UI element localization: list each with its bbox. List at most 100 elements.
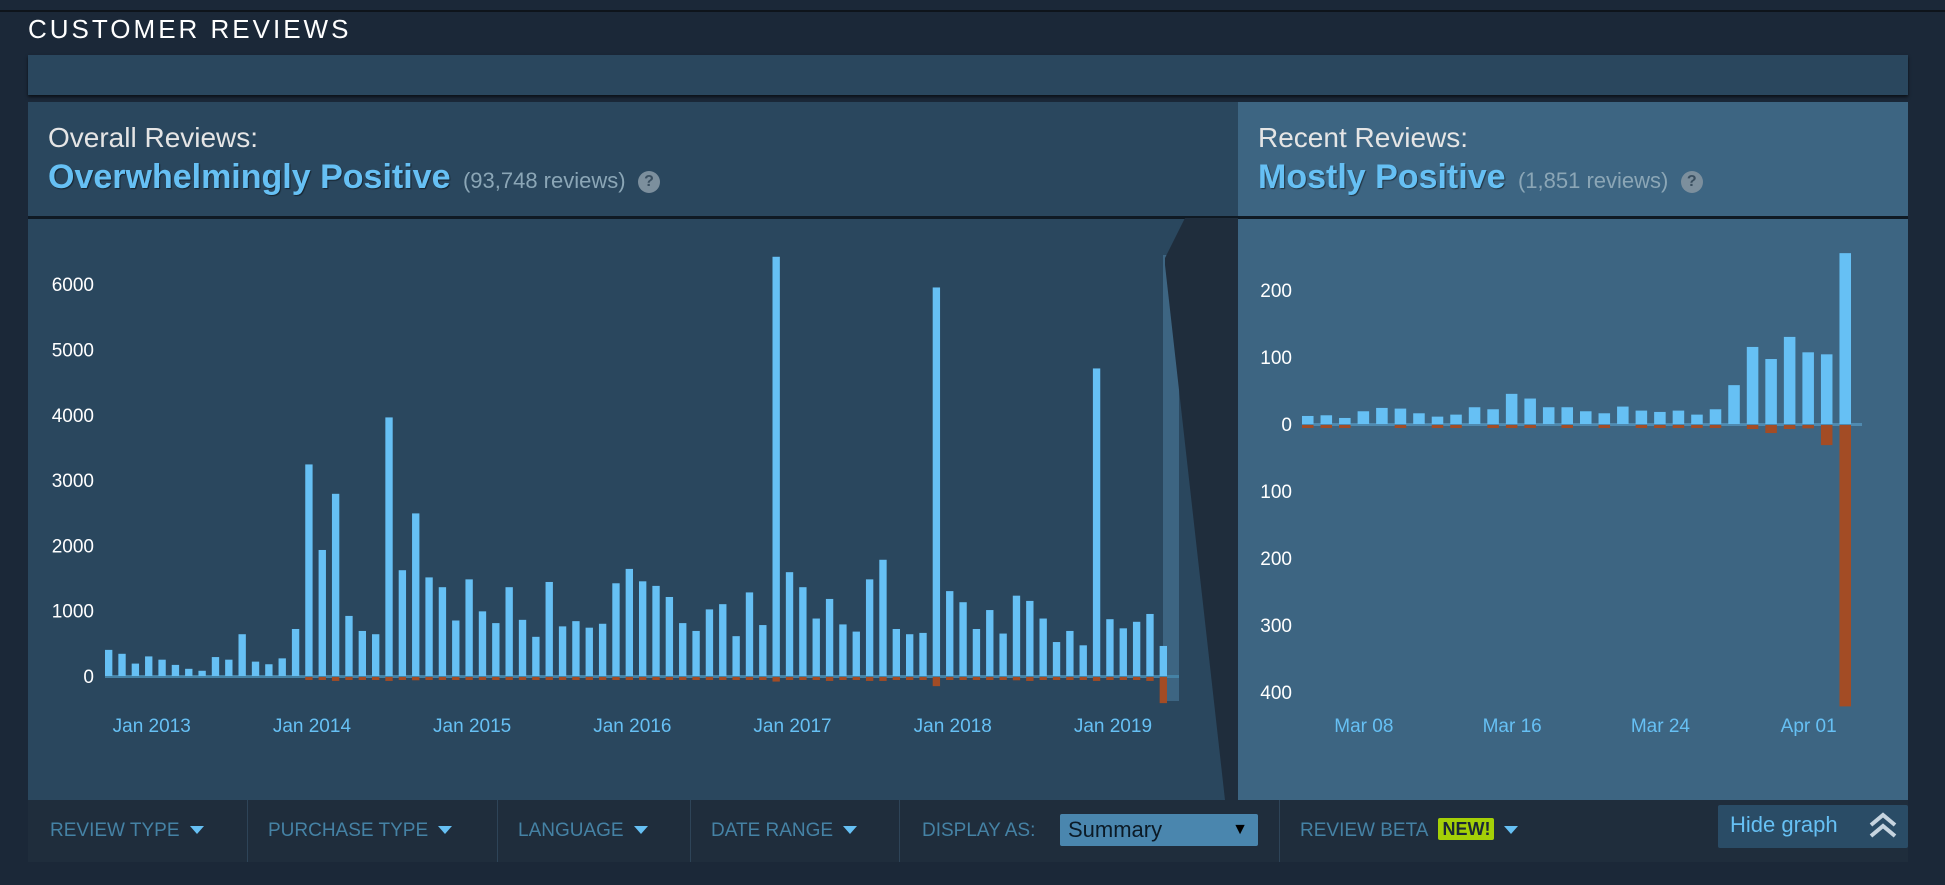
positive-bar: [986, 610, 994, 676]
positive-bar: [799, 587, 807, 676]
purchase-type-filter[interactable]: PURCHASE TYPE: [248, 800, 498, 862]
negative-bar: [558, 677, 567, 680]
positive-bar: [1376, 407, 1388, 424]
x-tick-label: Apr 01: [1781, 716, 1837, 737]
recent-reviews-chart: 200 100 0 100 200 300 400 Mar 08 Mar 16 Mar 24 Apr…: [1260, 253, 1862, 737]
negative-bar: [1746, 425, 1759, 430]
positive-bar: [1119, 628, 1127, 676]
positive-bar: [932, 287, 941, 676]
negative-bar: [1598, 425, 1611, 428]
review-type-filter[interactable]: REVIEW TYPE: [28, 800, 248, 862]
negative-bar: [732, 677, 740, 680]
negative-bar: [518, 677, 527, 680]
date-range-label: DATE RANGE: [711, 820, 834, 841]
hide-graph-label: Hide graph: [1730, 812, 1838, 837]
negative-bar: [612, 677, 620, 680]
positive-bar: [1839, 253, 1851, 424]
negative-bar: [759, 677, 767, 680]
review-type-label: REVIEW TYPE: [50, 820, 180, 841]
positive-bar: [492, 623, 500, 676]
positive-bar: [558, 626, 567, 676]
positive-bar: [171, 664, 180, 676]
positive-bar: [1012, 595, 1021, 676]
positive-bar: [1357, 411, 1370, 424]
negative-bar: [372, 677, 380, 680]
new-badge: NEW!: [1438, 818, 1495, 840]
negative-bar: [1394, 425, 1407, 428]
review-beta-label: REVIEW BETA: [1300, 820, 1429, 841]
language-filter[interactable]: LANGUAGE: [498, 800, 691, 862]
display-as-select[interactable]: Summary ▼: [1060, 814, 1258, 846]
positive-bar: [251, 661, 260, 676]
positive-bar: [532, 636, 540, 676]
negative-bar: [425, 677, 433, 680]
dropdown-arrow-icon: [1504, 826, 1519, 834]
overall-reviews-panel: Overall Reviews: Overwhelmingly Positive…: [28, 102, 1238, 800]
negative-bar: [478, 677, 487, 680]
negative-bar: [1026, 677, 1034, 681]
negative-bar: [1561, 425, 1573, 428]
positive-bar: [1079, 645, 1087, 676]
positive-bar: [1746, 346, 1759, 424]
positive-bar: [719, 604, 727, 676]
negative-bar: [1052, 677, 1061, 680]
negative-bar: [1709, 425, 1722, 428]
review-beta-filter[interactable]: REVIEW BETA NEW!: [1280, 800, 1600, 862]
negative-bar: [1524, 425, 1536, 428]
positive-bar: [305, 464, 313, 676]
section-title: CUSTOMER REVIEWS: [28, 14, 352, 44]
positive-bar: [946, 591, 954, 676]
x-tick-label: Jan 2019: [1074, 716, 1152, 737]
y-tick-label: 400: [1260, 683, 1292, 704]
negative-bar: [972, 677, 981, 680]
negative-bar: [852, 677, 860, 680]
positive-bar: [1450, 414, 1462, 424]
positive-bar: [452, 620, 460, 676]
positive-bar: [598, 623, 607, 676]
negative-bar: [331, 677, 340, 681]
negative-bar: [532, 677, 540, 680]
date-range-filter[interactable]: DATE RANGE: [691, 800, 900, 862]
negative-bar: [572, 677, 580, 680]
hide-graph-button[interactable]: Hide graph: [1718, 805, 1908, 848]
positive-bar: [412, 513, 420, 676]
negative-bar: [1302, 425, 1314, 428]
purchase-type-label: PURCHASE TYPE: [268, 820, 429, 841]
positive-bar: [1302, 415, 1314, 424]
positive-bar: [852, 631, 860, 676]
y-tick-label: 300: [1260, 616, 1292, 637]
positive-bar: [759, 625, 767, 676]
positive-bar: [398, 570, 407, 676]
positive-bar: [198, 670, 206, 676]
positive-bar: [465, 579, 473, 676]
positive-bar: [825, 598, 834, 676]
negative-bar: [892, 677, 900, 680]
negative-bar: [772, 677, 780, 682]
positive-bar: [1413, 413, 1425, 424]
negative-bar: [1691, 425, 1703, 428]
negative-bar: [959, 677, 967, 680]
positive-bar: [1487, 409, 1499, 424]
positive-bar: [225, 659, 233, 676]
positive-bar: [839, 624, 847, 676]
negative-bar: [452, 677, 460, 680]
positive-bar: [1580, 411, 1592, 424]
positive-bar: [1542, 407, 1555, 424]
positive-bar: [1039, 618, 1047, 676]
positive-bar: [1339, 417, 1351, 424]
positive-bar: [1802, 352, 1814, 424]
negative-bar: [692, 677, 700, 680]
positive-bar: [1820, 354, 1833, 424]
negative-bar: [1106, 677, 1114, 680]
negative-bar: [1802, 425, 1814, 429]
negative-bar: [598, 677, 607, 680]
negative-bar: [1146, 677, 1154, 681]
positive-bar: [211, 657, 220, 676]
negative-bar: [932, 677, 941, 687]
positive-bar: [1598, 413, 1611, 424]
positive-bar: [665, 596, 674, 676]
positive-bar: [639, 581, 647, 676]
negative-bar: [1672, 425, 1685, 428]
positive-bar: [438, 587, 447, 676]
y-tick-label: 100: [1260, 348, 1292, 369]
